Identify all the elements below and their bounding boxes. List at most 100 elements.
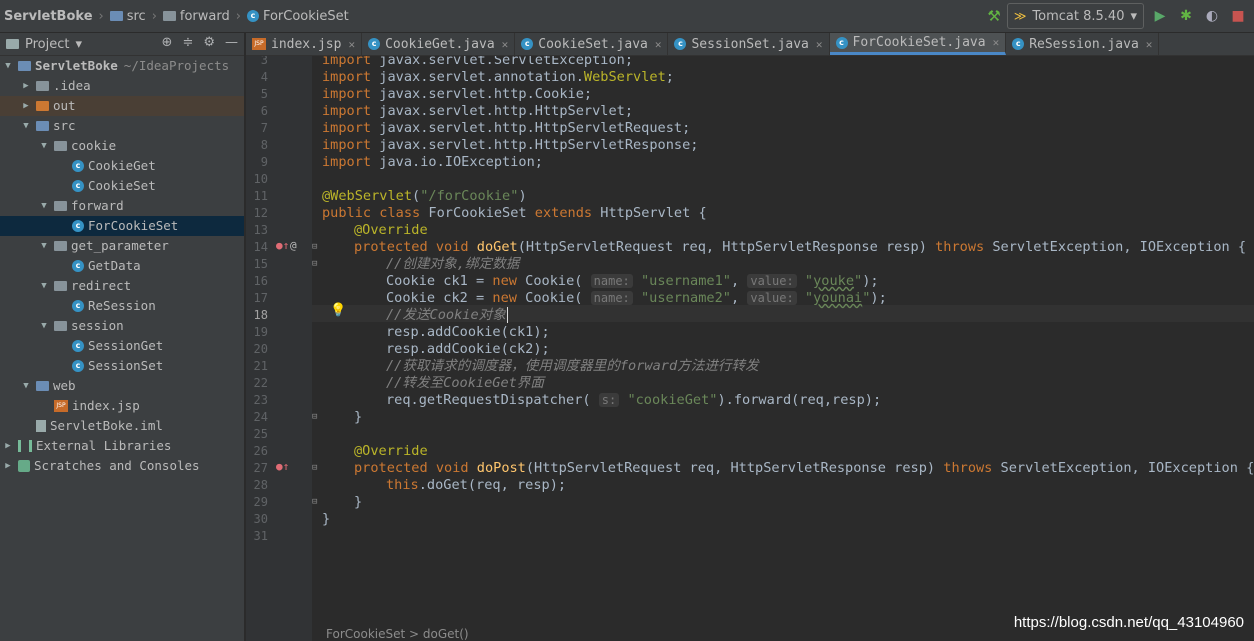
- code-line: import javax.servlet.annotation.WebServl…: [322, 69, 674, 85]
- breadcrumb-project[interactable]: ServletBoke: [4, 9, 93, 24]
- line-number: 22: [253, 376, 268, 390]
- chevron-down-icon[interactable]: ▼: [38, 236, 50, 256]
- coverage-icon[interactable]: ◐: [1202, 8, 1222, 24]
- line-number: 24: [253, 410, 268, 424]
- fold-icon[interactable]: ⊟: [312, 242, 317, 252]
- tree-item[interactable]: ▼ web: [0, 376, 244, 396]
- tree-item[interactable]: c CookieGet: [0, 156, 244, 176]
- editor-tab-label: ForCookieSet.java: [852, 35, 986, 50]
- module-file-icon: [36, 420, 46, 432]
- breadcrumb-src[interactable]: src: [109, 9, 146, 24]
- editor-tab[interactable]: c CookieSet.java ✕: [515, 33, 669, 55]
- tree-item-label: get_parameter: [71, 238, 169, 253]
- collapse-all-icon[interactable]: ≑: [182, 35, 193, 50]
- folder-icon: [54, 281, 67, 291]
- chevron-right-icon[interactable]: ▶: [20, 96, 32, 116]
- line-number: 10: [253, 172, 268, 186]
- breadcrumb-separator: ›: [235, 8, 241, 24]
- class-icon: c: [835, 36, 848, 49]
- breadcrumb-file[interactable]: c ForCookieSet: [246, 9, 349, 24]
- editor-tab[interactable]: c SessionSet.java ✕: [668, 33, 830, 55]
- annotation-marker-icon[interactable]: @: [290, 239, 297, 252]
- tree-item-label: External Libraries: [36, 438, 172, 453]
- fold-icon[interactable]: ⊟: [312, 259, 317, 269]
- editor-tab[interactable]: c CookieGet.java ✕: [362, 33, 516, 55]
- jsp-file-icon: JSP: [252, 38, 266, 50]
- close-icon[interactable]: ✕: [816, 38, 823, 51]
- editor-tab[interactable]: c ForCookieSet.java ✕: [829, 33, 1007, 55]
- chevron-down-icon[interactable]: ▼: [38, 276, 50, 296]
- code-line: resp.addCookie(ck2);: [386, 341, 550, 357]
- gear-icon[interactable]: ⚙: [203, 35, 215, 50]
- code-line: resp.addCookie(ck1);: [386, 324, 550, 340]
- tree-item[interactable]: c GetData: [0, 256, 244, 276]
- tree-item[interactable]: ▶ .idea: [0, 76, 244, 96]
- tree-item[interactable]: ▼ get_parameter: [0, 236, 244, 256]
- tree-item[interactable]: ▶ External Libraries: [0, 436, 244, 456]
- code-line: }: [354, 494, 363, 510]
- class-icon: c: [521, 38, 534, 50]
- run-icon[interactable]: ▶: [1150, 8, 1170, 24]
- fold-icon[interactable]: ⊟: [312, 412, 317, 422]
- tree-item[interactable]: ▼ ServletBoke ~/IdeaProjects: [0, 56, 244, 76]
- close-icon[interactable]: ✕: [993, 36, 1000, 49]
- close-icon[interactable]: ✕: [655, 38, 662, 51]
- override-marker-icon[interactable]: ●↑: [276, 239, 289, 252]
- chevron-down-icon[interactable]: ▼: [2, 56, 14, 76]
- project-view-selector[interactable]: Project ▾: [6, 37, 82, 52]
- chevron-down-icon: ▾: [1130, 8, 1137, 24]
- tree-item[interactable]: ▼ redirect: [0, 276, 244, 296]
- tree-item-label: SessionSet: [88, 358, 164, 373]
- editor-tab[interactable]: c ReSession.java ✕: [1006, 33, 1160, 55]
- chevron-down-icon[interactable]: ▼: [38, 316, 50, 336]
- debug-icon[interactable]: ✱: [1176, 8, 1196, 24]
- tree-item[interactable]: c SessionSet: [0, 356, 244, 376]
- close-icon[interactable]: ✕: [1146, 38, 1153, 51]
- chevron-right-icon[interactable]: ▶: [20, 76, 32, 96]
- tree-item[interactable]: ▼ cookie: [0, 136, 244, 156]
- chevron-down-icon[interactable]: ▼: [38, 196, 50, 216]
- locate-target-icon[interactable]: ⊕: [162, 35, 173, 50]
- tree-item[interactable]: ▼ session: [0, 316, 244, 336]
- tree-item[interactable]: ▶ Scratches and Consoles: [0, 456, 244, 476]
- tree-item[interactable]: JSP index.jsp: [0, 396, 244, 416]
- chevron-down-icon[interactable]: ▼: [20, 116, 32, 136]
- chevron-right-icon[interactable]: ▶: [2, 436, 14, 456]
- tree-item[interactable]: c ReSession: [0, 296, 244, 316]
- tree-item[interactable]: c SessionGet: [0, 336, 244, 356]
- code-line: //转发至CookieGet界面: [386, 375, 544, 391]
- fold-icon[interactable]: ⊟: [312, 497, 317, 507]
- folder-icon: [36, 81, 49, 91]
- hide-panel-icon[interactable]: —: [225, 35, 238, 50]
- line-number: 6: [260, 104, 268, 118]
- tree-item[interactable]: c CookieSet: [0, 176, 244, 196]
- fold-icon[interactable]: ⊟: [312, 463, 317, 473]
- navigation-bar: ServletBoke › src › forward › c ForCookie…: [0, 0, 1254, 33]
- build-hammer-icon[interactable]: ⚒: [987, 7, 1000, 25]
- line-number: 17: [253, 291, 268, 305]
- line-number: 9: [260, 155, 268, 169]
- tree-item[interactable]: ServletBoke.iml: [0, 416, 244, 436]
- run-config-dropdown[interactable]: ≫ Tomcat 8.5.40 ▾: [1006, 3, 1144, 29]
- code-line: }: [354, 409, 363, 425]
- override-marker-icon[interactable]: ●↑: [276, 460, 289, 473]
- breadcrumb: ServletBoke › src › forward › c ForCookie…: [4, 9, 349, 24]
- editor-status-breadcrumb[interactable]: ForCookieSet > doGet(): [326, 627, 469, 641]
- tree-item[interactable]: ▼ src: [0, 116, 244, 136]
- breadcrumb-package[interactable]: forward: [162, 9, 230, 24]
- class-icon: c: [72, 360, 84, 372]
- tree-item[interactable]: c ForCookieSet: [0, 216, 244, 236]
- chevron-right-icon[interactable]: ▶: [2, 456, 14, 476]
- tree-item[interactable]: ▶ out: [0, 96, 244, 116]
- editor-tab[interactable]: JSP index.jsp ✕: [246, 33, 363, 55]
- class-icon: c: [246, 10, 259, 22]
- close-icon[interactable]: ✕: [502, 38, 509, 51]
- tree-item[interactable]: ▼ forward: [0, 196, 244, 216]
- stop-icon[interactable]: ■: [1228, 8, 1248, 24]
- close-icon[interactable]: ✕: [348, 38, 355, 51]
- class-icon: c: [72, 160, 84, 172]
- chevron-down-icon[interactable]: ▼: [20, 376, 32, 396]
- chevron-down-icon[interactable]: ▼: [38, 136, 50, 156]
- code-editor[interactable]: 3 4 5 6 7 8 9 10 11 12 13 14 15 16 17 18 19 20 21 22 23 24 25 2…: [246, 56, 1254, 641]
- tree-item-label: ReSession: [88, 298, 156, 313]
